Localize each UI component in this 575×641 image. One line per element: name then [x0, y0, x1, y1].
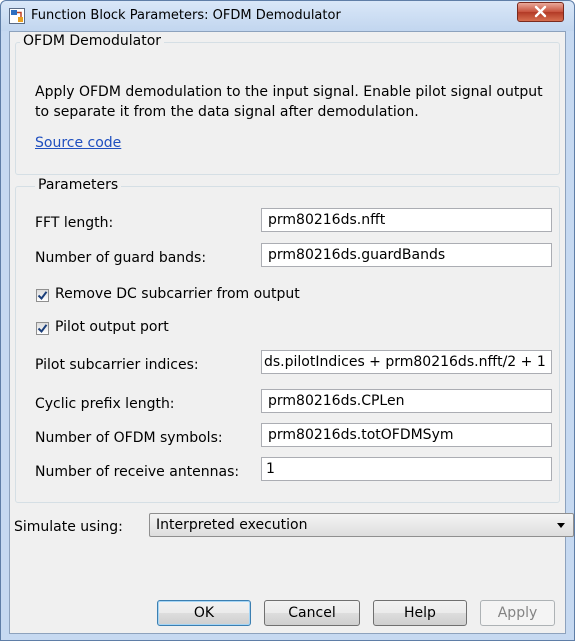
title-bar[interactable]: Function Block Parameters: OFDM Demodula…	[1, 1, 574, 31]
pilot-indices-label: Pilot subcarrier indices:	[35, 357, 199, 373]
cp-length-label: Cyclic prefix length:	[35, 396, 175, 412]
chevron-down-icon	[557, 523, 565, 528]
block-group-title: OFDM Demodulator	[20, 33, 165, 49]
pilot-indices-field[interactable]: ds.pilotIndices + prm80216ds.nfft/2 + 1	[261, 350, 552, 374]
pilot-output-label[interactable]: Pilot output port	[55, 319, 169, 335]
remove-dc-checkbox[interactable]	[36, 289, 49, 302]
parameters-group-title: Parameters	[35, 177, 122, 193]
simulink-block-icon	[9, 8, 25, 24]
simulate-using-value: Interpreted execution	[156, 517, 308, 533]
parameters-group	[15, 186, 560, 503]
block-description: Apply OFDM demodulation to the input sig…	[35, 84, 543, 120]
rx-antennas-field[interactable]: 1	[261, 457, 552, 481]
checkmark-icon	[37, 324, 48, 334]
close-button[interactable]	[517, 2, 564, 22]
window-title: Function Block Parameters: OFDM Demodula…	[31, 8, 341, 23]
cancel-button[interactable]: Cancel	[264, 600, 360, 626]
simulate-using-label: Simulate using:	[14, 519, 123, 535]
close-icon	[534, 5, 547, 18]
pilot-output-checkbox[interactable]	[36, 322, 49, 335]
apply-button[interactable]: Apply	[480, 600, 555, 626]
ok-button[interactable]: OK	[157, 600, 251, 626]
fft-length-field[interactable]: prm80216ds.nfft	[261, 208, 552, 232]
dialog-client-area: OFDM Demodulator Apply OFDM demodulation…	[9, 31, 574, 634]
remove-dc-label[interactable]: Remove DC subcarrier from output	[55, 286, 300, 302]
dialog-window: Function Block Parameters: OFDM Demodula…	[0, 0, 575, 641]
fft-length-label: FFT length:	[35, 215, 114, 231]
rx-antennas-label: Number of receive antennas:	[35, 464, 240, 480]
cp-length-field[interactable]: prm80216ds.CPLen	[261, 389, 552, 413]
guard-bands-field[interactable]: prm80216ds.guardBands	[261, 243, 552, 267]
help-button[interactable]: Help	[373, 600, 467, 626]
source-code-link[interactable]: Source code	[35, 135, 121, 151]
ofdm-symbols-field[interactable]: prm80216ds.totOFDMSym	[261, 423, 552, 447]
checkmark-icon	[37, 291, 48, 301]
guard-bands-label: Number of guard bands:	[35, 250, 207, 266]
ofdm-symbols-label: Number of OFDM symbols:	[35, 430, 223, 446]
simulate-using-dropdown[interactable]: Interpreted execution	[149, 513, 574, 537]
